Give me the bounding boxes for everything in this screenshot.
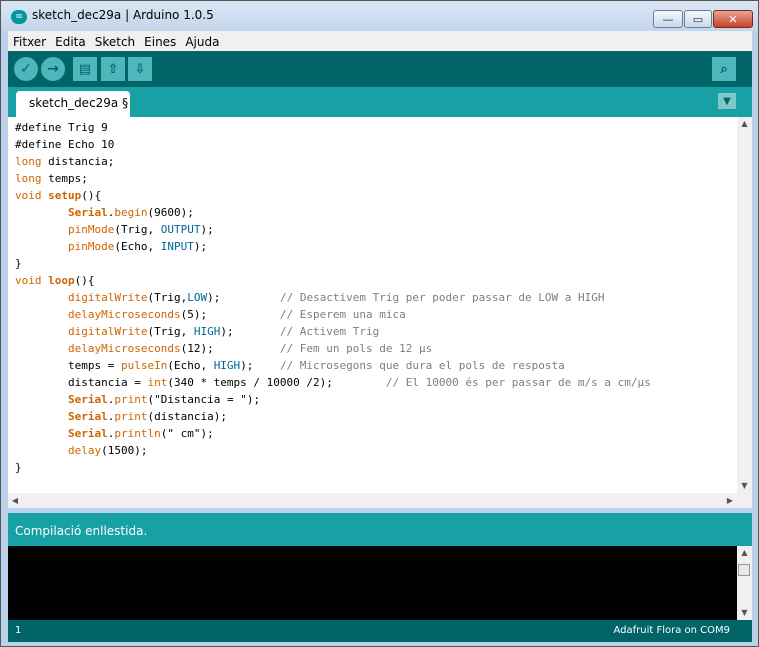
status-bar: Compilació enllestida. — [8, 513, 752, 546]
scroll-left-icon[interactable]: ◀ — [8, 493, 22, 508]
upload-button[interactable]: → — [41, 57, 65, 81]
scroll-right-icon[interactable]: ▶ — [723, 493, 737, 508]
arduino-app-icon: ∞ — [11, 10, 27, 24]
triangle-down-icon: ▼ — [723, 95, 731, 107]
scroll-thumb[interactable] — [738, 564, 750, 576]
minimize-button[interactable]: — — [653, 10, 683, 28]
toolbar: ✓ → ▤ ⇧ ⇩ ⌕ — [8, 51, 752, 87]
magnifier-icon: ⌕ — [720, 61, 728, 77]
new-button[interactable]: ▤ — [73, 57, 97, 81]
title-bar: ∞ sketch_dec29a | Arduino 1.0.5 — ▭ ✕ — [1, 1, 758, 31]
verify-button[interactable]: ✓ — [14, 57, 38, 81]
board-port-label: Adafruit Flora on COM9 — [613, 625, 730, 636]
scroll-down-icon[interactable]: ▼ — [737, 479, 752, 493]
editor-horizontal-scrollbar[interactable]: ◀ ▶ — [8, 493, 737, 508]
menu-sketch[interactable]: Sketch — [90, 33, 139, 49]
code-editor[interactable]: #define Trig 9 #define Echo 10 long dist… — [8, 117, 752, 493]
check-icon: ✓ — [20, 61, 32, 77]
arrow-down-icon: ⇩ — [134, 61, 146, 77]
editor-vertical-scrollbar[interactable]: ▲ ▼ — [737, 117, 752, 493]
scroll-down-icon[interactable]: ▼ — [737, 606, 752, 620]
maximize-button[interactable]: ▭ — [684, 10, 712, 28]
line-number: 1 — [15, 625, 22, 636]
scroll-up-icon[interactable]: ▲ — [737, 546, 752, 560]
new-file-icon: ▤ — [78, 61, 92, 77]
status-message: Compilació enllestida. — [15, 524, 148, 538]
scrollbar-corner — [737, 493, 752, 508]
menu-tools[interactable]: Eines — [139, 33, 180, 49]
window-title: sketch_dec29a | Arduino 1.0.5 — [32, 8, 214, 22]
menu-help[interactable]: Ajuda — [180, 33, 223, 49]
serial-monitor-button[interactable]: ⌕ — [712, 57, 736, 81]
console-scrollbar[interactable]: ▲ ▼ — [737, 546, 752, 620]
tab-sketch[interactable]: sketch_dec29a § — [16, 91, 130, 117]
menu-bar: Fitxer Edita Sketch Eines Ajuda — [8, 31, 752, 51]
arrow-up-icon: ⇧ — [107, 61, 119, 77]
footer-bar: 1 Adafruit Flora on COM9 — [8, 620, 752, 642]
arduino-ide-window: ∞ sketch_dec29a | Arduino 1.0.5 — ▭ ✕ Fi… — [0, 0, 759, 647]
scroll-up-icon[interactable]: ▲ — [737, 117, 752, 131]
save-button[interactable]: ⇩ — [128, 57, 152, 81]
tab-bar: sketch_dec29a § ▼ — [8, 87, 752, 117]
close-button[interactable]: ✕ — [713, 10, 753, 28]
console-output — [8, 546, 737, 620]
code-text[interactable]: #define Trig 9 #define Echo 10 long dist… — [15, 119, 651, 476]
arrow-right-icon: → — [47, 61, 59, 77]
open-button[interactable]: ⇧ — [101, 57, 125, 81]
menu-edit[interactable]: Edita — [50, 33, 90, 49]
tab-menu-button[interactable]: ▼ — [718, 93, 736, 109]
menu-file[interactable]: Fitxer — [8, 33, 50, 49]
